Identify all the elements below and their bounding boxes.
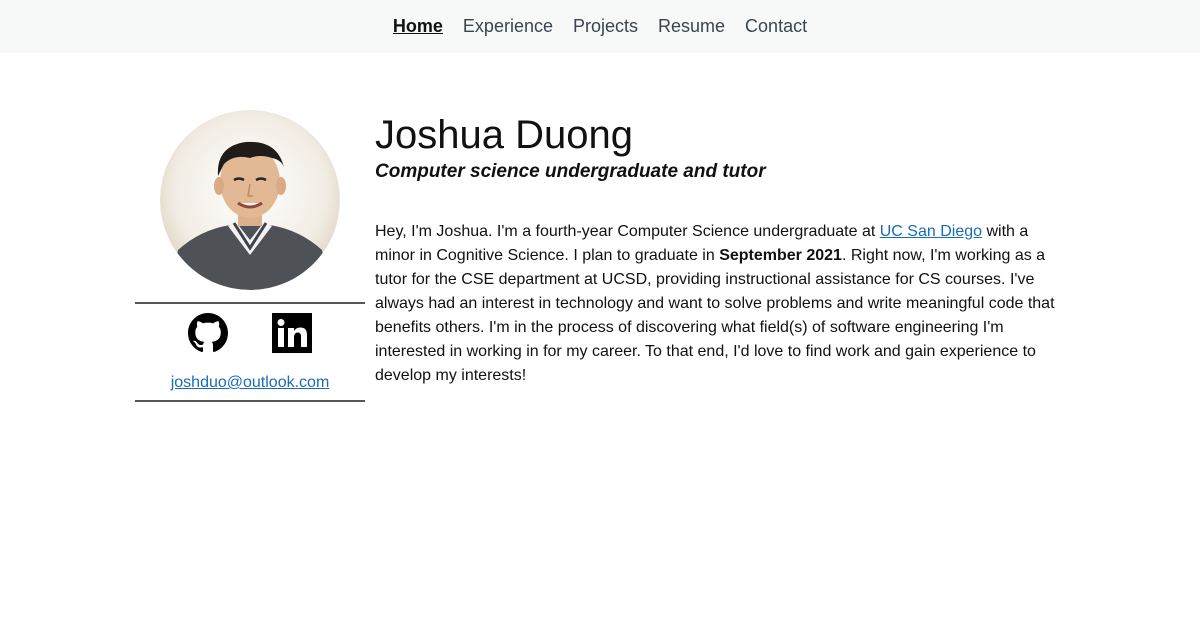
sidebar-divider-bottom: [135, 400, 365, 402]
email-link[interactable]: joshduo@outlook.com: [135, 374, 365, 392]
bio-text-3: . Right now, I'm working as a tutor for …: [375, 247, 1055, 384]
github-icon[interactable]: [188, 313, 228, 353]
main-content: Joshua Duong Computer science undergradu…: [375, 112, 1065, 404]
nav-link-experience[interactable]: Experience: [463, 16, 553, 37]
uc-san-diego-link[interactable]: UC San Diego: [880, 223, 982, 240]
profile-photo: [160, 110, 340, 290]
nav-link-projects[interactable]: Projects: [573, 16, 638, 37]
bio-text-1: Hey, I'm Joshua. I'm a fourth-year Compu…: [375, 223, 880, 240]
linkedin-icon[interactable]: [272, 313, 312, 353]
social-links: [135, 312, 365, 354]
page-title: Joshua Duong: [375, 113, 633, 157]
bio-paragraph: Hey, I'm Joshua. I'm a fourth-year Compu…: [375, 220, 1065, 388]
nav-link-resume[interactable]: Resume: [658, 16, 725, 37]
sidebar-divider-top: [135, 302, 365, 304]
nav-link-contact[interactable]: Contact: [745, 16, 807, 37]
graduation-date: September 2021: [719, 247, 842, 264]
top-nav: Home Experience Projects Resume Contact: [0, 0, 1200, 53]
tagline: Computer science undergraduate and tutor: [375, 161, 766, 182]
profile-sidebar: joshduo@outlook.com: [135, 110, 365, 402]
nav-link-home[interactable]: Home: [393, 16, 443, 37]
